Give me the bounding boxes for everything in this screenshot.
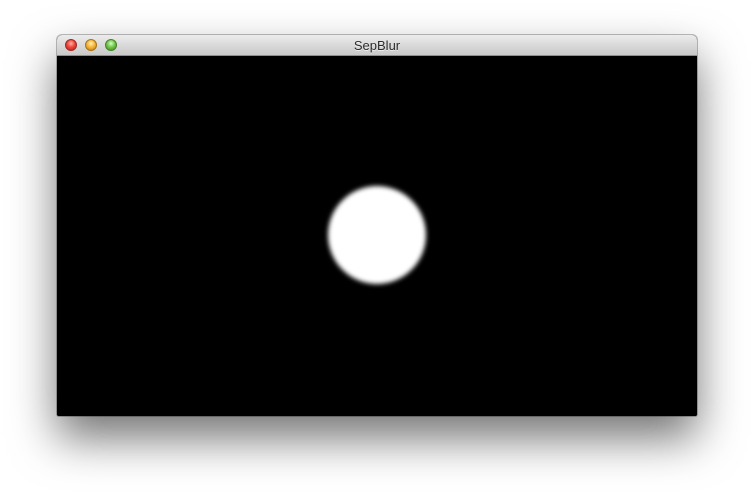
render-canvas[interactable] xyxy=(57,56,697,416)
title-bar[interactable]: SepBlur xyxy=(57,35,697,56)
blurred-disc xyxy=(328,186,426,284)
app-window: SepBlur xyxy=(57,35,697,416)
window-title: SepBlur xyxy=(353,38,401,53)
